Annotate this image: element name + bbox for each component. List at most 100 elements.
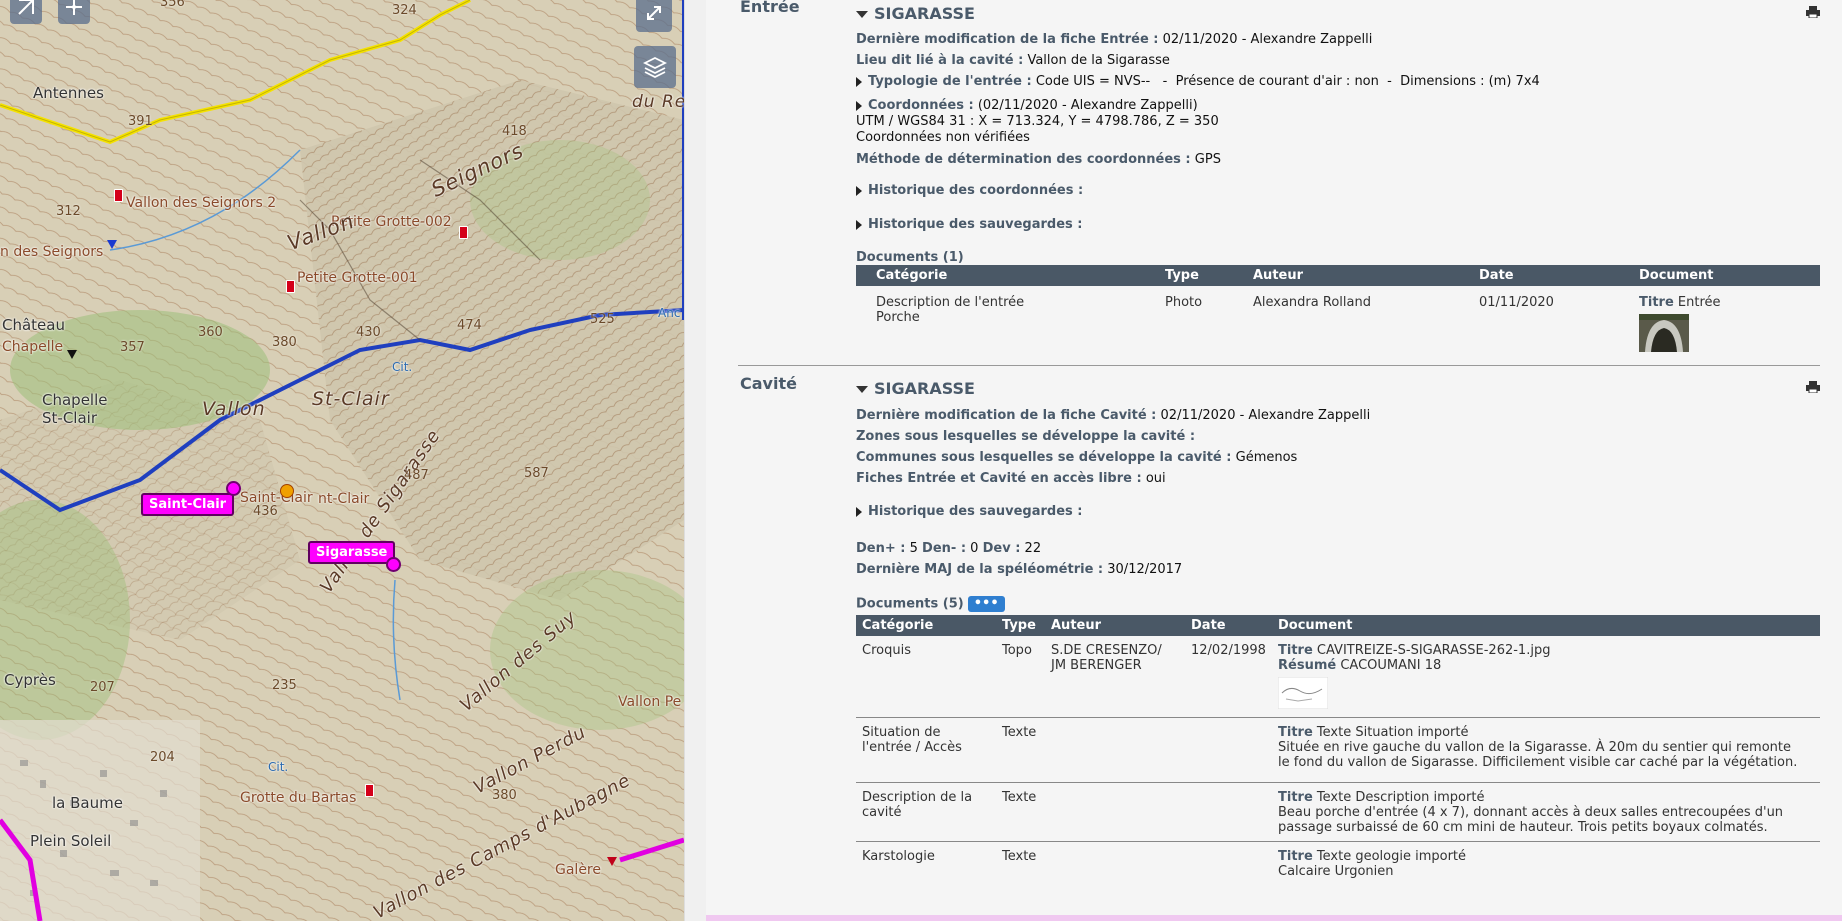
map-fullscreen-button[interactable]: [636, 0, 672, 32]
topographic-map-background: [0, 0, 684, 921]
layers-icon: [643, 56, 667, 79]
map-label-plein-soleil: Plein Soleil: [30, 832, 112, 850]
map-label-chapelle-st-clair-2: St-Clair: [42, 409, 97, 427]
column-header[interactable]: Type: [1159, 265, 1247, 286]
label: Dernière MAJ de la spéléométrie :: [856, 562, 1104, 577]
cell-auteur: [1045, 782, 1185, 842]
table-row: Situation de l'entrée / Accès Texte Titr…: [856, 717, 1820, 783]
column-header[interactable]: Catégorie: [856, 265, 1159, 286]
sinkhole-marker-icon[interactable]: [607, 857, 617, 866]
column-header[interactable]: Document: [1272, 615, 1820, 636]
cell-auteur: [1045, 842, 1185, 885]
map-marker-saint-clair[interactable]: Saint-Clair: [141, 493, 235, 516]
photo-thumbnail[interactable]: [1639, 314, 1689, 352]
map-altitude: 357: [120, 340, 145, 355]
cell-date: 01/11/2020: [1479, 295, 1554, 310]
value: Code UIS = NVS-- - Présence de courant d…: [1035, 74, 1540, 89]
label: Historique des sauvegardes :: [868, 217, 1083, 232]
entree-coord-status: Coordonnées non vérifiées: [856, 130, 1030, 145]
value: oui: [1145, 471, 1166, 486]
entree-coordonnees[interactable]: Coordonnées : (02/11/2020 - Alexandre Za…: [856, 98, 1198, 113]
cave-marker-icon[interactable]: [459, 226, 468, 239]
label: Den+ :: [856, 541, 906, 556]
entree-historique-coordonnees[interactable]: Historique des coordonnées :: [856, 183, 1083, 198]
map-altitude: 207: [90, 680, 115, 695]
text: Karstologie: [862, 849, 935, 864]
label: Documents (5): [856, 596, 964, 612]
cave-marker-icon[interactable]: [365, 784, 374, 797]
value: 0: [970, 541, 979, 556]
text: cavité: [862, 805, 902, 820]
section-divider: [738, 365, 1820, 366]
cell-document: Titre CAVITREIZE-S-SIGARASSE-262-1.jpg R…: [1272, 636, 1820, 718]
cell-auteur: S.DE CRESENZO/ JM BERENGER: [1045, 636, 1185, 718]
value[interactable]: CAVITREIZE-S-SIGARASSE-262-1.jpg: [1317, 643, 1551, 658]
table-header-row: Catégorie Type Auteur Date Document: [856, 265, 1820, 286]
entree-typologie[interactable]: Typologie de l'entrée : Code UIS = NVS--…: [856, 74, 1540, 89]
map-layers-button[interactable]: [634, 46, 676, 88]
text: Description de la: [862, 790, 973, 805]
print-icon[interactable]: [1806, 6, 1820, 18]
text: JM BERENGER: [1051, 658, 1142, 673]
label: Dernière modification de la fiche Entrée…: [856, 32, 1159, 47]
move-icon: [66, 0, 82, 15]
label: Typologie de l'entrée :: [868, 74, 1032, 89]
entree-historique-sauvegardes[interactable]: Historique des sauvegardes :: [856, 217, 1083, 232]
map-label-antennes: Antennes: [33, 84, 104, 102]
pane-divider[interactable]: [684, 0, 707, 921]
sinkhole-marker-icon[interactable]: [107, 240, 117, 249]
label: Résumé: [1278, 658, 1337, 673]
text: passage surbaissé de 60 cm mini de haute…: [1278, 820, 1768, 835]
map-label-chateau: Château: [2, 316, 65, 334]
column-header[interactable]: Catégorie: [856, 615, 996, 636]
entree-derniere-modif: Dernière modification de la fiche Entrée…: [856, 32, 1372, 47]
column-header[interactable]: Type: [996, 615, 1045, 636]
cell-type: Photo: [1165, 295, 1203, 310]
expand-caret-icon: [856, 219, 862, 230]
column-header[interactable]: Auteur: [1247, 265, 1473, 286]
value: Texte Description importé: [1316, 790, 1485, 805]
cell-type: Texte: [996, 717, 1045, 783]
map-draw-button[interactable]: [10, 0, 42, 24]
cave-marker-icon[interactable]: [114, 189, 123, 202]
map-point-saint-clair[interactable]: [226, 481, 241, 496]
cell-date: [1185, 842, 1272, 885]
column-header[interactable]: Auteur: [1045, 615, 1185, 636]
cell-type: Texte: [996, 782, 1045, 842]
cavite-title[interactable]: SIGARASSE: [856, 379, 975, 398]
print-icon[interactable]: [1806, 381, 1820, 393]
cave-marker-icon[interactable]: [286, 280, 295, 293]
map-marker-sigarasse[interactable]: Sigarasse: [308, 541, 396, 564]
table-header-row: Catégorie Type Auteur Date Document: [856, 615, 1820, 636]
value: (02/11/2020 - Alexandre Zappelli): [977, 98, 1198, 113]
sinkhole-marker-icon[interactable]: [67, 350, 77, 359]
cavite-historique-sauvegardes[interactable]: Historique des sauvegardes :: [856, 504, 1083, 519]
more-documents-button[interactable]: •••: [967, 596, 1005, 612]
value: 5: [909, 541, 918, 556]
label: Titre: [1278, 725, 1313, 740]
map-label-anc: Anc: [658, 306, 681, 320]
column-header[interactable]: Document: [1633, 265, 1820, 286]
map-label-grotte-du-bartas: Grotte du Bartas: [240, 790, 357, 806]
entree-coord-utm: UTM / WGS84 31 : X = 713.324, Y = 4798.7…: [856, 114, 1219, 129]
value: 22: [1024, 541, 1042, 556]
poi-marker-icon[interactable]: [280, 484, 294, 498]
cell-document: Titre Texte Situation importé Située en …: [1272, 717, 1820, 783]
value: Texte geologie importé: [1316, 849, 1467, 864]
value: 30/12/2017: [1107, 562, 1183, 577]
map-altitude: 436: [253, 504, 278, 519]
map-pane[interactable]: Antennes Vallon des Seignors 2 n des Sei…: [0, 0, 684, 921]
map-altitude: 312: [56, 204, 81, 219]
entree-title[interactable]: SIGARASSE: [856, 4, 975, 23]
map-point-sigarasse[interactable]: [386, 557, 401, 572]
column-header[interactable]: Date: [1473, 265, 1633, 286]
label: Titre: [1639, 295, 1674, 310]
cavite-documents-label: Documents (5) •••: [856, 596, 1005, 612]
map-pan-button[interactable]: [58, 0, 90, 24]
table-row: Karstologie Texte Titre Texte geologie i…: [856, 842, 1820, 885]
map-label-nt-clair: nt-Clair: [318, 491, 370, 507]
sketch-thumbnail[interactable]: [1278, 677, 1328, 709]
cell-date: [1185, 717, 1272, 783]
value[interactable]: Entrée: [1678, 295, 1721, 310]
column-header[interactable]: Date: [1185, 615, 1272, 636]
